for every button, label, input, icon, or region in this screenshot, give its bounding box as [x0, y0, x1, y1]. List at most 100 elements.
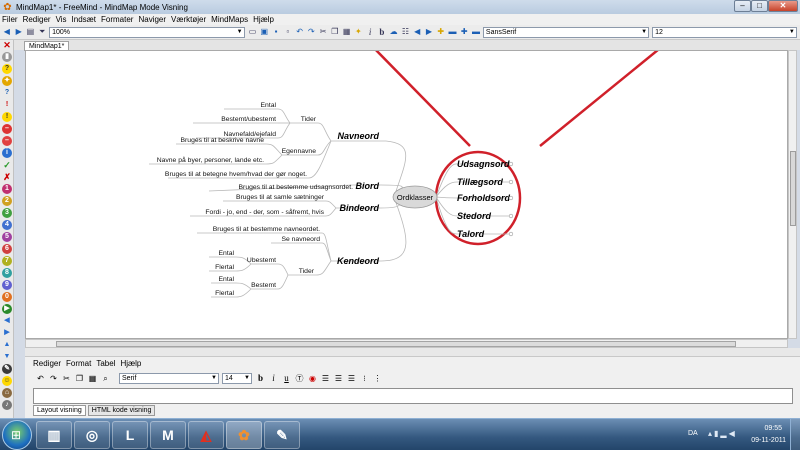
node-bindeord-examples[interactable]: Fordi - jo, end - der, som - såfremt, hv… [205, 208, 324, 216]
info-icon[interactable]: i [2, 148, 12, 158]
back-icon[interactable]: ◀ [2, 27, 12, 37]
undo-icon[interactable]: ↶ [295, 27, 305, 37]
node-beskrive-navne[interactable]: Bruges til at beskrive navne [181, 137, 265, 144]
question-icon[interactable]: ? [2, 88, 12, 98]
menu-mindmaps[interactable]: MindMaps [211, 15, 248, 24]
copy-icon[interactable]: ❐ [74, 373, 85, 384]
arrow-up-icon[interactable]: ▲ [2, 340, 12, 350]
bell-icon[interactable]: ♪ [2, 400, 12, 410]
network-icon[interactable]: ▂ [720, 429, 728, 438]
cut-icon[interactable]: ✂ [61, 373, 72, 384]
minus-icon[interactable]: ▬ [448, 27, 458, 37]
bullet-list-icon[interactable]: ⁝ [359, 373, 370, 384]
idea-icon[interactable]: ✦ [353, 27, 363, 37]
menu-hjaelp[interactable]: Hjælp [253, 15, 274, 24]
node-biord-note[interactable]: Bruges til at bestemme udsagnsordet. [239, 184, 354, 191]
editor-menu-tabel[interactable]: Tabel [96, 359, 115, 368]
priority-1-icon[interactable]: 1 [2, 184, 12, 194]
arrow-down-icon[interactable]: ▼ [2, 352, 12, 362]
arrow-right-icon[interactable]: ▶ [424, 27, 434, 37]
explorer-taskbar-icon[interactable]: ▥ [36, 421, 72, 449]
warning-icon[interactable]: ! [2, 112, 12, 122]
filter-icon[interactable]: ⏷ [37, 27, 47, 37]
text-color-icon[interactable]: Ⓣ [294, 373, 305, 384]
close-button[interactable]: ✕ [768, 0, 798, 12]
menu-indsaet[interactable]: Indsæt [72, 15, 96, 24]
node-bindeord[interactable]: Bindeord [340, 203, 380, 213]
idea-icon[interactable]: ✦ [2, 76, 12, 86]
panel-splitter[interactable] [25, 348, 800, 356]
remove-icon[interactable]: ✕ [2, 40, 12, 50]
editor-menu-rediger[interactable]: Rediger [33, 359, 61, 368]
italic-icon[interactable]: i [268, 373, 279, 384]
pdf-taskbar-icon[interactable]: ◭ [188, 421, 224, 449]
bold-icon[interactable]: b [255, 373, 266, 384]
editor-menu-hjaelp[interactable]: Hjælp [120, 359, 141, 368]
node-ubestemt[interactable]: Ubestemt [247, 257, 276, 264]
check-icon[interactable]: ✓ [2, 160, 12, 170]
language-indicator[interactable]: DA [688, 430, 698, 437]
node-ubestemt-ental[interactable]: Ental [219, 250, 235, 257]
numbered-list-icon[interactable]: ⋮ [372, 373, 383, 384]
no-entry-icon[interactable]: – [2, 136, 12, 146]
node-se-navneord[interactable]: Se navneord [281, 236, 320, 243]
menu-vis[interactable]: Vis [56, 15, 67, 24]
copy-icon[interactable]: ❐ [330, 27, 340, 37]
align-left-icon[interactable]: ☰ [320, 373, 331, 384]
node-navneord[interactable]: Navneord [337, 131, 379, 141]
editor-font-size-select[interactable]: 14 ▼ [222, 373, 252, 384]
node-betegne[interactable]: Bruges til at betegne hvem/hvad der gør … [165, 171, 307, 178]
plus-icon[interactable]: ✚ [436, 27, 446, 37]
arrow-left-icon[interactable]: ◀ [2, 316, 12, 326]
chrome-taskbar-icon[interactable]: ◎ [74, 421, 110, 449]
save-as-icon[interactable]: ▫ [283, 27, 293, 37]
league-taskbar-icon[interactable]: L [112, 421, 148, 449]
priority-0-icon[interactable]: 0 [2, 292, 12, 302]
arrow-left-icon[interactable]: ◀ [412, 27, 422, 37]
font-size-select[interactable]: 12 ▼ [652, 26, 797, 38]
clock-date[interactable]: 09-11-2011 [751, 437, 786, 444]
priority-8-icon[interactable]: 8 [2, 268, 12, 278]
tab-html-kode-visning[interactable]: HTML kode visning [87, 405, 156, 416]
paste-icon[interactable]: ▦ [342, 27, 352, 37]
menu-vaerktojer[interactable]: Værktøjer [171, 15, 206, 24]
volume-icon[interactable]: ◀ [729, 429, 737, 438]
note-text-area[interactable] [33, 388, 793, 404]
priority-6-icon[interactable]: 6 [2, 244, 12, 254]
horizontal-scroll-thumb[interactable] [56, 341, 736, 347]
flag-green-icon[interactable]: ▶ [2, 304, 12, 314]
node-egennavne[interactable]: Egennavne [282, 148, 317, 155]
help-icon[interactable]: ? [2, 64, 12, 74]
arrow-right-icon[interactable]: ▶ [2, 328, 12, 338]
tab-layout-visning[interactable]: Layout visning [33, 405, 86, 416]
priority-4-icon[interactable]: 4 [2, 220, 12, 230]
priority-9-icon[interactable]: 9 [2, 280, 12, 290]
find-icon[interactable]: ⌕ [100, 373, 111, 384]
node-navneord-tider[interactable]: Tider [301, 116, 317, 123]
align-center-icon[interactable]: ☰ [333, 373, 344, 384]
start-button[interactable]: ⊞ [2, 420, 32, 450]
smiley-icon[interactable]: ☺ [2, 376, 12, 386]
show-desktop-button[interactable] [790, 419, 800, 450]
node-udsagnsord[interactable]: Udsagnsord [457, 159, 510, 169]
node-navne-paa[interactable]: Navne på byer, personer, lande etc. [157, 156, 264, 164]
node-bestemt-ental[interactable]: Ental [219, 276, 235, 283]
freemind-taskbar-icon[interactable]: ✿ [226, 421, 262, 449]
menu-filer[interactable]: Filer [2, 15, 18, 24]
clock-time[interactable]: 09:55 [764, 425, 782, 432]
vertical-scrollbar[interactable] [788, 50, 797, 339]
maximize-button[interactable]: □ [751, 0, 768, 12]
zoom-in-icon[interactable]: ✚ [459, 27, 469, 37]
priority-5-icon[interactable]: 5 [2, 232, 12, 242]
node-stedord[interactable]: Stedord [457, 211, 492, 221]
node-forholdsord[interactable]: Forholdsord [457, 193, 510, 203]
highlight-icon[interactable]: ◉ [307, 373, 318, 384]
node-ubestemt-flertal[interactable]: Flertal [215, 264, 234, 271]
forward-icon[interactable]: ▶ [14, 27, 24, 37]
node-biord[interactable]: Biord [356, 181, 380, 191]
node-talord[interactable]: Talord [457, 229, 485, 239]
redo-icon[interactable]: ↷ [48, 373, 59, 384]
trash-icon[interactable]: ▮ [2, 52, 12, 62]
paint-taskbar-icon[interactable]: ✎ [264, 421, 300, 449]
undo-icon[interactable]: ↶ [35, 373, 46, 384]
